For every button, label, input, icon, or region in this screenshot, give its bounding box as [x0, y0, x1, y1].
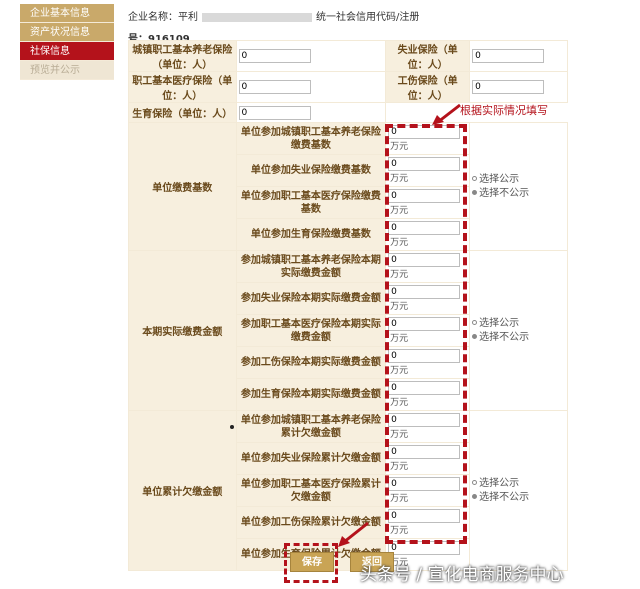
no-publish-option[interactable]: 选择不公示	[472, 331, 565, 345]
sidebar-item-social-security[interactable]: 社保信息	[20, 42, 114, 61]
radio-selected-icon[interactable]	[472, 190, 478, 195]
publish-options: 选择公示 选择不公示	[469, 250, 568, 411]
maternity-count-input[interactable]	[238, 105, 311, 120]
amount-input[interactable]	[388, 349, 461, 363]
amount-input[interactable]	[388, 221, 461, 235]
row-label: 单位参加职工基本医疗保险累计欠缴金额	[235, 474, 387, 507]
sidebar-item-asset-info[interactable]: 资产状况信息	[20, 23, 114, 42]
amount-input[interactable]	[388, 445, 461, 459]
row-label: 参加生育保险本期实际缴费金额	[235, 378, 387, 411]
actual-payment-group-title: 本期实际缴费金额	[128, 250, 237, 411]
unit-label: 万元	[390, 206, 409, 216]
medical-count-label: 职工基本医疗保险（单位：人）	[128, 71, 237, 103]
row-label: 单位参加生育保险缴费基数	[235, 218, 387, 251]
amount-input[interactable]	[388, 541, 461, 555]
unit-label: 万元	[390, 270, 409, 280]
injury-count-label: 工伤保险（单位：人）	[385, 71, 471, 103]
publish-option[interactable]: 选择公示	[472, 173, 565, 187]
maternity-count-label: 生育保险（单位：人）	[128, 102, 237, 123]
sidebar-item-preview-publish[interactable]: 预览并公示	[20, 61, 114, 80]
publish-option[interactable]: 选择公示	[472, 317, 565, 331]
row-label: 参加城镇职工基本养老保险本期实际缴费金额	[235, 250, 387, 283]
arrears-group-title: 单位累计欠缴金额	[128, 410, 237, 571]
arrow-icon	[338, 521, 369, 547]
amount-input[interactable]	[388, 317, 461, 331]
row-label: 单位参加职工基本医疗保险缴费基数	[235, 186, 387, 219]
annotation-note: 根据实际情况填写	[460, 104, 548, 117]
radio-selected-icon[interactable]	[472, 494, 478, 499]
urban-pension-count-input[interactable]	[238, 49, 311, 63]
unit-label: 万元	[390, 142, 409, 152]
amount-input[interactable]	[388, 477, 461, 491]
no-publish-option[interactable]: 选择不公示	[472, 187, 565, 201]
unit-label: 万元	[390, 494, 409, 504]
amount-input[interactable]	[388, 381, 461, 395]
no-publish-option[interactable]: 选择不公示	[472, 491, 565, 505]
row-label: 单位参加失业保险累计欠缴金额	[235, 442, 387, 475]
row-label: 单位参加城镇职工基本养老保险缴费基数	[235, 122, 387, 155]
amount-input[interactable]	[388, 253, 461, 267]
publish-options: 选择公示 选择不公示	[469, 410, 568, 571]
row-label: 单位参加城镇职工基本养老保险累计欠缴金额	[235, 410, 387, 443]
radio-icon[interactable]	[472, 176, 478, 181]
credit-code-label: 统一社会信用代码/注册	[316, 12, 420, 23]
publish-options: 选择公示 选择不公示	[469, 122, 568, 251]
company-header: 企业名称：平利 统一社会信用代码/注册	[128, 8, 419, 23]
sidebar-nav: 企业基本信息 资产状况信息 社保信息 预览并公示	[20, 4, 114, 80]
unit-label: 万元	[390, 398, 409, 408]
radio-icon[interactable]	[472, 480, 478, 485]
row-label: 单位参加失业保险缴费基数	[235, 154, 387, 187]
highlight-save-box	[284, 543, 338, 583]
amount-input[interactable]	[388, 125, 461, 139]
radio-selected-icon[interactable]	[472, 334, 478, 339]
row-label: 参加职工基本医疗保险本期实际缴费金额	[235, 314, 387, 347]
company-name-label: 企业名称：平利	[128, 12, 198, 23]
amount-input[interactable]	[388, 157, 461, 171]
unit-label: 万元	[390, 430, 409, 440]
publish-option[interactable]: 选择公示	[472, 477, 565, 491]
contribution-base-group-title: 单位缴费基数	[128, 122, 237, 251]
unemployment-count-input[interactable]	[472, 49, 545, 63]
unit-label: 万元	[390, 238, 409, 248]
unit-label: 万元	[390, 462, 409, 472]
unit-label: 万元	[390, 174, 409, 184]
bullet-dot	[230, 425, 234, 429]
amount-input[interactable]	[388, 189, 461, 203]
unit-label: 万元	[390, 334, 409, 344]
unit-label: 万元	[390, 526, 409, 536]
redacted-company-name	[202, 12, 312, 22]
insurance-table: 城镇职工基本养老保险（单位：人） 失业保险（单位：人） 职工基本医疗保险（单位：…	[128, 40, 568, 571]
amount-input[interactable]	[388, 285, 461, 299]
unit-label: 万元	[390, 366, 409, 376]
radio-icon[interactable]	[472, 320, 478, 325]
injury-count-input[interactable]	[472, 80, 545, 94]
medical-count-input[interactable]	[238, 80, 311, 94]
sidebar-item-company-info[interactable]: 企业基本信息	[20, 4, 114, 23]
amount-input[interactable]	[388, 413, 461, 427]
urban-pension-count-label: 城镇职工基本养老保险（单位：人）	[128, 40, 237, 72]
amount-input[interactable]	[388, 509, 461, 523]
unit-label: 万元	[390, 302, 409, 312]
row-label: 参加工伤保险本期实际缴费金额	[235, 346, 387, 379]
unemployment-count-label: 失业保险（单位：人）	[385, 40, 471, 72]
row-label: 参加失业保险本期实际缴费金额	[235, 282, 387, 315]
social-security-form: 企业名称：平利 统一社会信用代码/注册 号：916109 城镇职工基本养老保险（单…	[120, 0, 570, 571]
watermark-text: 头条号 / 宣化电商服务中心	[360, 565, 564, 585]
